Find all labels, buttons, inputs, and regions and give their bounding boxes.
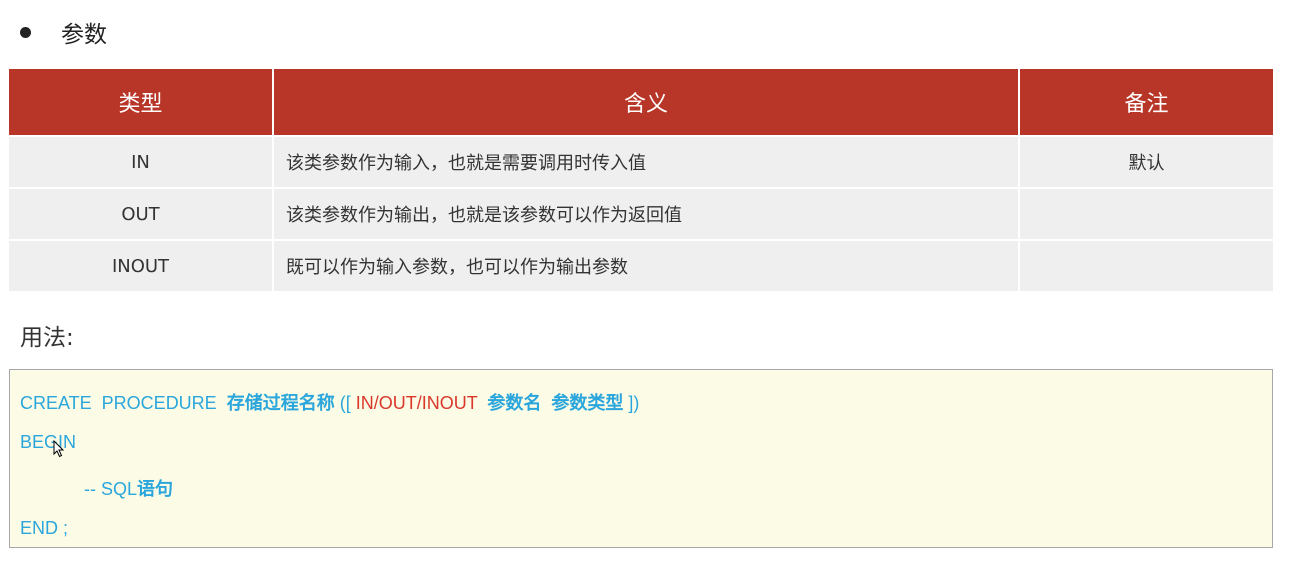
bullet-icon — [20, 26, 31, 38]
mouse-pointer-icon — [53, 440, 65, 458]
cell-type: IN — [9, 135, 274, 187]
code-line-begin: BEGIN — [20, 432, 77, 452]
code-procedure-name: 存储过程名称 — [226, 393, 335, 413]
table-row: INOUT 既可以作为输入参数，也可以作为输出参数 — [9, 239, 1273, 291]
code-param-mode: IN/OUT/INOUT — [355, 393, 478, 413]
header-type: 类型 — [9, 69, 274, 135]
code-line-comment: -- SQL语句 — [84, 475, 173, 501]
cell-note: 默认 — [1020, 135, 1273, 187]
header-note: 备注 — [1020, 69, 1273, 135]
code-param-type: 参数类型 — [551, 393, 624, 413]
header-meaning: 含义 — [274, 69, 1020, 135]
code-line-create: CREATE PROCEDURE 存储过程名称 ([ IN/OUT/INOUT … — [20, 389, 639, 415]
cell-note — [1020, 187, 1273, 239]
code-comment-suffix: 语句 — [137, 479, 174, 499]
code-create-keyword: CREATE PROCEDURE — [20, 393, 227, 413]
cell-note — [1020, 239, 1273, 291]
usage-title: 用法: — [20, 325, 74, 351]
table-row: OUT 该类参数作为输出，也就是该参数可以作为返回值 — [9, 187, 1273, 239]
table-header-row: 类型 含义 备注 — [9, 69, 1273, 135]
cell-type: OUT — [9, 187, 274, 239]
section-title: 参数 — [61, 22, 107, 48]
code-open-bracket: ([ — [334, 393, 356, 413]
code-line-end: END ; — [20, 518, 69, 538]
code-close-bracket: ]) — [623, 393, 640, 413]
section-heading: 参数 — [20, 14, 107, 50]
cell-meaning: 该类参数作为输出，也就是该参数可以作为返回值 — [274, 187, 1020, 239]
cell-meaning: 该类参数作为输入，也就是需要调用时传入值 — [274, 135, 1020, 187]
code-param-name: 参数名 — [487, 393, 542, 413]
table-row: IN 该类参数作为输入，也就是需要调用时传入值 默认 — [9, 135, 1273, 187]
parameter-table: 类型 含义 备注 IN 该类参数作为输入，也就是需要调用时传入值 默认 OUT … — [9, 69, 1273, 291]
cell-type: INOUT — [9, 239, 274, 291]
cell-meaning: 既可以作为输入参数，也可以作为输出参数 — [274, 239, 1020, 291]
code-comment-prefix: -- SQL — [84, 479, 138, 499]
code-block: CREATE PROCEDURE 存储过程名称 ([ IN/OUT/INOUT … — [9, 369, 1273, 548]
